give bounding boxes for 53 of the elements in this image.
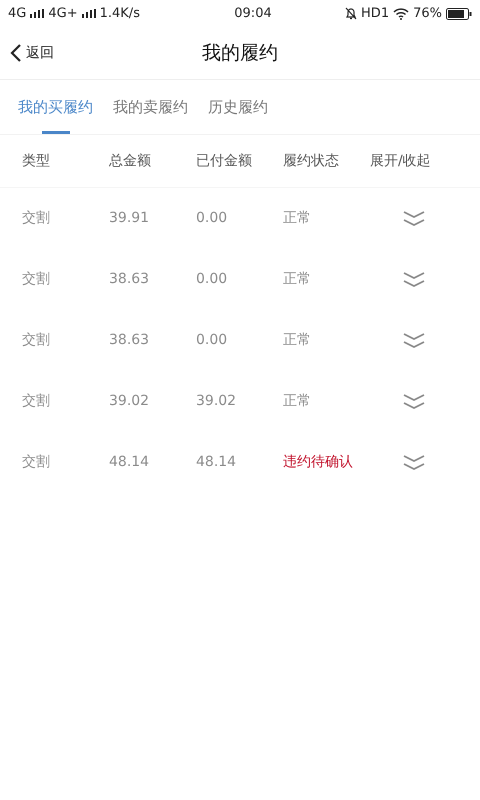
tab[interactable]: 我的买履约 bbox=[18, 80, 93, 134]
wifi-icon bbox=[393, 8, 410, 20]
table-cell-text: 48.14 bbox=[196, 453, 238, 472]
network-label: 4G bbox=[8, 4, 26, 23]
hd-label: HD1 bbox=[361, 4, 390, 23]
column-header: 类型 bbox=[22, 152, 51, 170]
expand-button[interactable] bbox=[401, 270, 427, 290]
column-header: 总金额 bbox=[109, 152, 152, 170]
tab[interactable]: 我的卖履约 bbox=[113, 80, 188, 134]
table-cell-text: 交割 bbox=[22, 331, 51, 350]
column-header: 展开/收起 bbox=[370, 152, 432, 170]
table-cell-text: 39.02 bbox=[109, 392, 150, 411]
battery-percent: 76% bbox=[413, 4, 442, 23]
table-cell-text: 48.14 bbox=[109, 453, 150, 472]
signal-icon bbox=[30, 9, 44, 18]
tab[interactable]: 历史履约 bbox=[208, 80, 268, 134]
signal-icon bbox=[82, 9, 96, 18]
bell-off-icon bbox=[345, 7, 358, 20]
expand-button[interactable] bbox=[401, 452, 427, 472]
column-header: 履约状态 bbox=[283, 152, 340, 170]
back-icon bbox=[10, 43, 22, 63]
chevron-down-icon bbox=[402, 454, 426, 472]
table-cell-text: 交割 bbox=[22, 270, 51, 289]
table-cell-text: 38.63 bbox=[109, 331, 150, 350]
chevron-down-icon bbox=[402, 332, 426, 350]
expand-button[interactable] bbox=[401, 330, 427, 350]
status-cell-text: 正常 bbox=[283, 209, 312, 228]
back-button[interactable]: 返回 bbox=[0, 42, 54, 64]
battery-icon bbox=[446, 8, 472, 20]
table-cell-text: 39.91 bbox=[109, 209, 150, 228]
table-cell-text: 交割 bbox=[22, 392, 51, 411]
chevron-down-icon bbox=[402, 270, 426, 288]
page-title: 我的履约 bbox=[202, 40, 278, 66]
status-cell-text: 正常 bbox=[283, 270, 312, 289]
expand-button[interactable] bbox=[401, 392, 427, 412]
table-cell-text: 38.63 bbox=[109, 270, 150, 289]
status-cell-text: 正常 bbox=[283, 331, 312, 350]
column-header: 已付金额 bbox=[196, 152, 253, 170]
status-time: 09:04 bbox=[233, 4, 273, 23]
network-label: 4G+ bbox=[48, 4, 78, 23]
chevron-down-icon bbox=[402, 392, 426, 410]
status-cell-text: 违约待确认 bbox=[283, 453, 354, 472]
network-speed: 1.4K/s bbox=[100, 4, 140, 23]
table-cell-text: 39.02 bbox=[196, 392, 238, 411]
tab-indicator bbox=[42, 131, 70, 134]
expand-button[interactable] bbox=[401, 208, 427, 228]
chevron-down-icon bbox=[402, 210, 426, 228]
table-cell-text: 交割 bbox=[22, 209, 51, 228]
table-cell-text: 交割 bbox=[22, 453, 51, 472]
table-cell-text: 0.00 bbox=[196, 209, 228, 228]
table-cell-text: 0.00 bbox=[196, 270, 228, 289]
status-cell-text: 正常 bbox=[283, 392, 312, 411]
table-cell-text: 0.00 bbox=[196, 331, 228, 350]
